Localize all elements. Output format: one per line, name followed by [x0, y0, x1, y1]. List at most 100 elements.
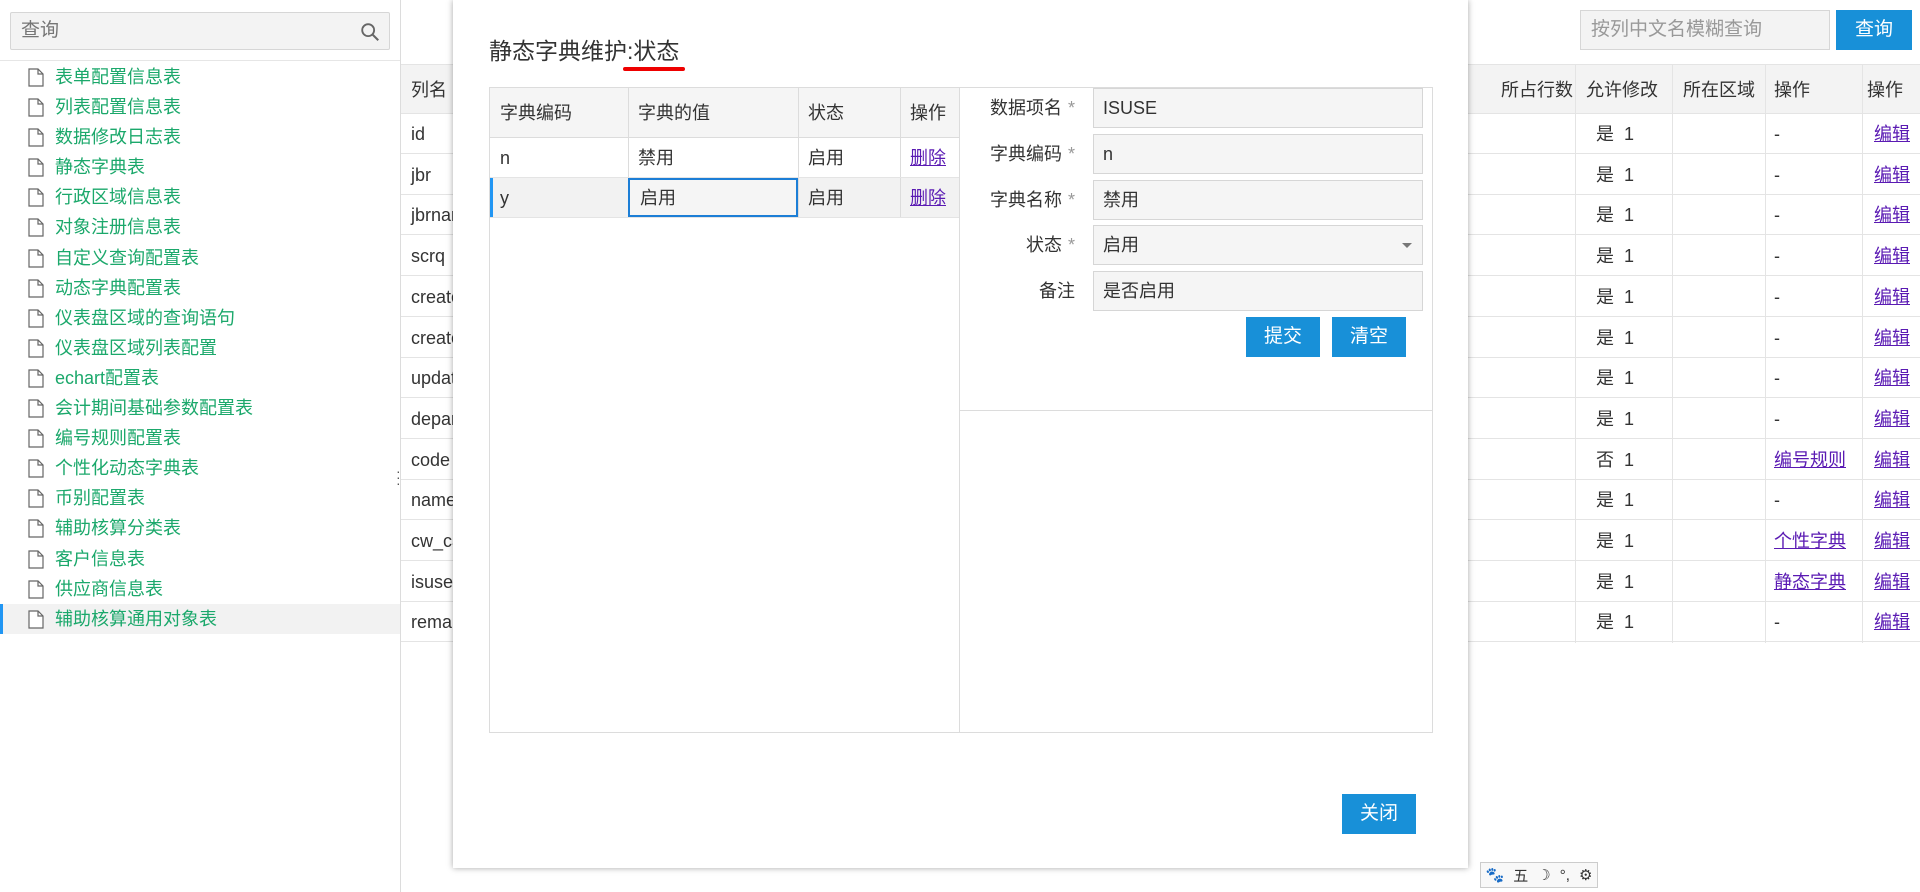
sidebar-item-label: 客户信息表	[55, 548, 145, 569]
sidebar-item-label: 动态字典配置表	[55, 277, 181, 298]
ime-item[interactable]: 五	[1513, 865, 1528, 886]
grid-header-status: 状态	[808, 103, 844, 123]
sidebar-item[interactable]: 对象注册信息表	[0, 212, 400, 242]
edit-link[interactable]: 编辑	[1874, 480, 1910, 519]
document-icon	[28, 98, 44, 117]
status-select[interactable]: 启用	[1093, 225, 1423, 265]
sidebar-item[interactable]: 会计期间基础参数配置表	[0, 393, 400, 423]
sidebar-item[interactable]: 静态字典表	[0, 152, 400, 182]
grid-row-selected[interactable]: y 启用 启用 删除	[490, 178, 959, 218]
cell-value[interactable]: 禁用	[628, 138, 674, 177]
search-icon[interactable]	[359, 21, 381, 43]
chevron-down-icon[interactable]	[1402, 243, 1412, 248]
cell-status[interactable]: 启用	[798, 178, 844, 217]
ime-item[interactable]: °,	[1560, 867, 1570, 884]
sidebar-item[interactable]: echart配置表	[0, 363, 400, 393]
cell-editable: 是	[1596, 490, 1614, 511]
sidebar-item[interactable]: 辅助核算通用对象表	[0, 603, 400, 634]
sidebar-item-label: 编号规则配置表	[55, 428, 181, 449]
sidebar-item-label: 自定义查询配置表	[55, 247, 199, 268]
edit-link[interactable]: 编辑	[1874, 114, 1910, 153]
sidebar-item[interactable]: 表单配置信息表	[0, 62, 400, 92]
sidebar-search-input[interactable]	[11, 13, 341, 49]
header-rows: 所占行数	[1501, 80, 1573, 100]
clear-button[interactable]: 清空	[1332, 317, 1406, 357]
edit-link[interactable]: 编辑	[1874, 521, 1910, 560]
cell-status[interactable]: 启用	[798, 138, 844, 177]
sidebar-search[interactable]	[10, 12, 390, 50]
edit-link[interactable]: 编辑	[1874, 277, 1910, 316]
edit-link[interactable]: 编辑	[1874, 195, 1910, 234]
sidebar-item-label: 会计期间基础参数配置表	[55, 398, 253, 419]
sidebar-item-label: 仪表盘区域的查询语句	[55, 307, 235, 328]
op-link[interactable]: 编号规则	[1774, 440, 1846, 479]
sidebar-item[interactable]: 动态字典配置表	[0, 273, 400, 303]
dict-code-label: 字典编码 *	[989, 144, 1075, 164]
dict-name-field[interactable]: 禁用	[1093, 180, 1423, 220]
sidebar-item[interactable]: 仪表盘区域的查询语句	[0, 303, 400, 333]
grid-header-value: 字典的值	[638, 103, 710, 123]
delete-link[interactable]: 删除	[900, 138, 946, 177]
sidebar: 表单配置信息表列表配置信息表数据修改日志表静态字典表行政区域信息表对象注册信息表…	[0, 0, 401, 892]
document-icon	[28, 218, 44, 238]
remark-field[interactable]: 是否启用	[1093, 271, 1423, 311]
sidebar-item[interactable]: 供应商信息表	[0, 574, 400, 604]
cell-col-name: scrq	[411, 246, 446, 267]
dictionary-form: 数据项名 * ISUSE 字典编码 * n 字典名称 * 禁用 状态 * 启用 备注 是…	[960, 88, 1432, 411]
grid-row[interactable]: n 禁用 启用 删除	[490, 138, 959, 178]
document-icon	[28, 459, 44, 478]
edit-link[interactable]: 编辑	[1874, 602, 1910, 641]
document-icon	[28, 248, 44, 268]
edit-link[interactable]: 编辑	[1874, 399, 1910, 438]
sidebar-item[interactable]: 列表配置信息表	[0, 92, 400, 122]
delete-link[interactable]: 删除	[900, 178, 946, 217]
column-search-input[interactable]: 按列中文名模糊查询	[1580, 10, 1830, 50]
ime-item[interactable]: ⚙	[1579, 866, 1592, 884]
edit-link[interactable]: 编辑	[1874, 236, 1910, 275]
dictionary-dialog: 静态字典维护:状态 字典编码 字典的值 状态 操作 n 禁用 启用 删除 y 启…	[453, 0, 1468, 868]
ime-item[interactable]: ☽	[1537, 866, 1550, 884]
sidebar-item[interactable]: 辅助核算分类表	[0, 513, 400, 543]
edit-link[interactable]: 编辑	[1874, 358, 1910, 397]
edit-link[interactable]: 编辑	[1874, 155, 1910, 194]
submit-button[interactable]: 提交	[1246, 317, 1320, 357]
search-button[interactable]: 查询	[1836, 10, 1912, 50]
document-icon	[28, 279, 44, 298]
dialog-title: 静态字典维护:状态	[489, 32, 679, 66]
item-name-field[interactable]: ISUSE	[1093, 88, 1423, 128]
cell-op: -	[1774, 164, 1780, 185]
op-link[interactable]: 个性字典	[1774, 521, 1846, 560]
dict-code-field[interactable]: n	[1093, 134, 1423, 174]
cell-code[interactable]: y	[490, 178, 509, 217]
sidebar-item[interactable]: 自定义查询配置表	[0, 243, 400, 273]
close-button[interactable]: 关闭	[1342, 794, 1416, 834]
cell-col-name: jbr	[411, 164, 432, 185]
document-icon	[28, 549, 44, 569]
sidebar-item[interactable]: 数据修改日志表	[0, 122, 400, 152]
grid-header-code: 字典编码	[500, 103, 572, 123]
sidebar-item[interactable]: 客户信息表	[0, 544, 400, 574]
sidebar-item-label: 供应商信息表	[55, 578, 163, 599]
edit-link[interactable]: 编辑	[1874, 318, 1910, 357]
cell-op: -	[1774, 205, 1780, 226]
cell-editable: 是	[1596, 368, 1614, 389]
table-tree: 表单配置信息表 列表配置信息表 数据修改日志表 静态字典表 行政区域信息表 对象注册信息表…	[0, 62, 400, 634]
document-icon	[28, 339, 44, 358]
edit-link[interactable]: 编辑	[1874, 562, 1910, 601]
sidebar-item[interactable]: 仪表盘区域列表配置	[0, 333, 400, 363]
document-icon	[28, 429, 44, 448]
sidebar-item[interactable]: 编号规则配置表	[0, 423, 400, 453]
edit-link[interactable]: 编辑	[1874, 440, 1910, 479]
sidebar-item[interactable]: 币别配置表	[0, 483, 400, 513]
cell-value-editing[interactable]: 启用	[628, 178, 798, 217]
op-link[interactable]: 静态字典	[1774, 562, 1846, 601]
sidebar-item[interactable]: 行政区域信息表	[0, 182, 400, 212]
cell-col-name: updat	[411, 368, 457, 389]
grid-header-op: 操作	[910, 103, 946, 123]
sidebar-item[interactable]: 个性化动态字典表	[0, 453, 400, 483]
column-divider	[1765, 64, 1766, 644]
document-icon	[28, 579, 44, 599]
dialog-title-field: 状态	[633, 38, 680, 64]
cell-code[interactable]: n	[490, 138, 510, 177]
ime-item[interactable]: 🐾	[1486, 866, 1505, 884]
